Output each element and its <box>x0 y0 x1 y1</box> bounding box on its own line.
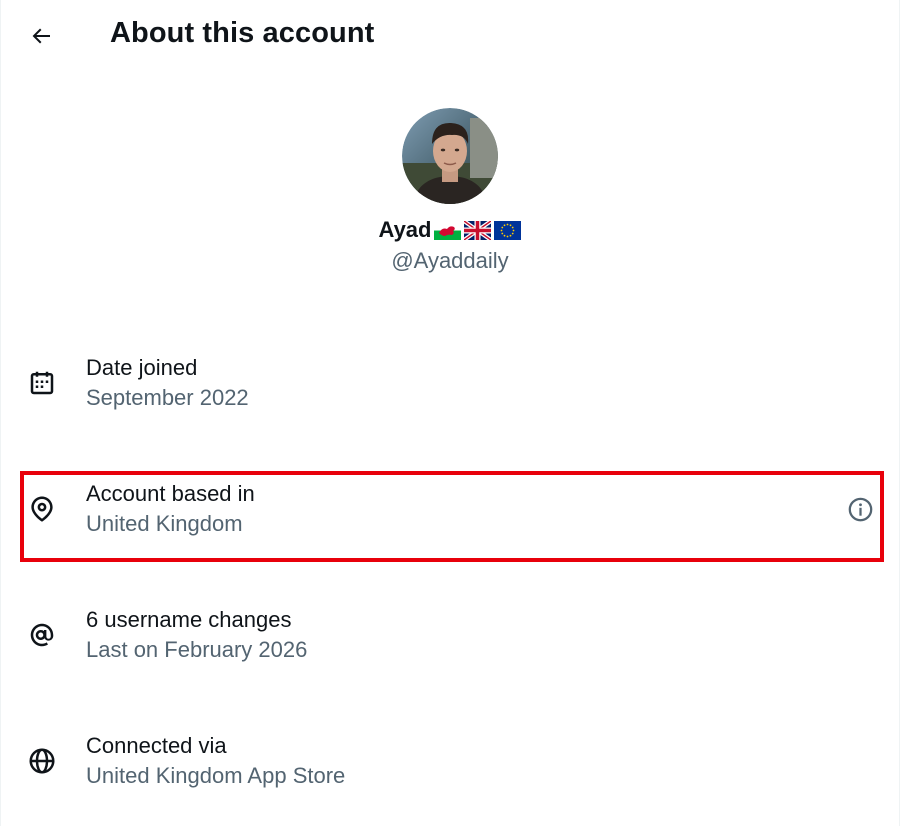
eu-flag-icon <box>494 220 522 240</box>
about-account-page: About this account Ayad @Ayaddaily Date … <box>0 0 900 826</box>
name-row: Ayad <box>1 216 899 244</box>
row-value: Last on February 2026 <box>86 637 308 662</box>
date-joined-row: Date joined September 2022 <box>22 340 882 426</box>
row-value: United Kingdom App Store <box>86 763 346 788</box>
row-label: 6 username changes <box>86 607 292 632</box>
row-text: Connected via United Kingdom App Store <box>86 731 345 791</box>
row-label: Connected via <box>86 733 227 758</box>
display-name: Ayad <box>378 217 432 242</box>
row-value: September 2022 <box>86 385 249 410</box>
row-label: Date joined <box>86 355 198 380</box>
back-button[interactable] <box>21 16 61 56</box>
globe-icon <box>25 744 59 778</box>
profile-summary: Ayad @Ayaddaily <box>1 108 899 274</box>
connected-via-row: Connected via United Kingdom App Store <box>22 718 882 804</box>
row-text: 6 username changes Last on February 2026 <box>86 605 307 665</box>
calendar-icon <box>25 366 59 400</box>
row-text: Date joined September 2022 <box>86 353 249 413</box>
uk-flag-icon <box>464 220 492 240</box>
account-handle[interactable]: @Ayaddaily <box>1 248 899 274</box>
highlight-box <box>20 471 884 562</box>
username-changes-row: 6 username changes Last on February 2026 <box>22 592 882 678</box>
at-sign-icon <box>25 618 59 652</box>
avatar[interactable] <box>402 108 498 204</box>
page-title: About this account <box>110 17 375 49</box>
header: About this account <box>1 0 899 72</box>
wales-flag-icon <box>434 220 462 240</box>
arrow-left-icon <box>32 28 50 44</box>
